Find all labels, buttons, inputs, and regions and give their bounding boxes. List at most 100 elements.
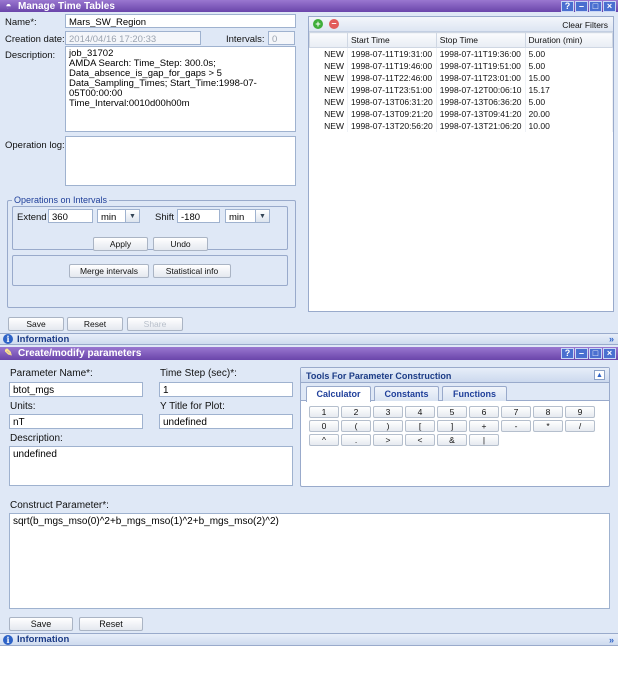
calc-key[interactable]: 9 [565,406,595,418]
minimize-icon[interactable]: – [575,348,588,359]
table-row[interactable]: NEW 1998-07-11T19:31:00 1998-07-11T19:36:0… [309,47,614,60]
calc-key[interactable]: > [373,434,403,446]
row-status: NEW [309,84,348,96]
table-row[interactable]: NEW 1998-07-11T22:46:00 1998-07-11T23:01:0… [309,72,614,84]
timetable-share-button[interactable]: Share [127,317,183,331]
merge-intervals-button[interactable]: Merge intervals [69,264,149,278]
extend-input[interactable]: 360 [48,209,93,223]
maximize-icon[interactable]: □ [589,1,602,12]
calc-key[interactable]: 5 [437,406,467,418]
tab-calculator[interactable]: Calculator [306,386,371,402]
calc-key[interactable]: < [405,434,435,446]
name-label: Name*: [5,17,37,28]
timetables-titlebar[interactable]: ◓ Manage Time Tables ? – □ × [0,0,618,12]
undo-button[interactable]: Undo [153,237,208,251]
stop-time-cell: 1998-07-13T21:06:20 [436,120,526,132]
statistical-info-button[interactable]: Statistical info [153,264,231,278]
calc-key[interactable]: - [501,420,531,432]
calc-key[interactable]: 0 [309,420,339,432]
time-step-label: Time Step (sec)*: [160,368,237,379]
timetables-title: Manage Time Tables [18,0,115,12]
duration-cell: 15.17 [525,84,614,96]
clear-filters-button[interactable]: Clear Filters [562,20,608,30]
calc-key[interactable]: 6 [469,406,499,418]
tab-constants[interactable]: Constants [374,386,439,401]
timetable-name-input[interactable]: Mars_SW_Region [65,14,296,28]
chevron-down-icon[interactable]: ▼ [255,210,269,222]
description-line: Data_Sampling_Times; Start_Time:1998-07-… [69,78,257,99]
shift-input[interactable]: -180 [177,209,220,223]
column-header-duration[interactable]: Duration (min) [524,32,614,48]
parameters-information-bar[interactable]: i Information » [0,633,618,646]
add-row-icon[interactable]: + [313,19,323,29]
extend-unit-select[interactable]: min ▼ [97,209,140,223]
calc-key[interactable]: | [469,434,499,446]
start-time-cell: 1998-07-11T22:46:00 [347,72,437,84]
table-row[interactable]: NEW 1998-07-11T19:46:00 1998-07-11T19:51:0… [309,60,614,72]
minimize-icon[interactable]: – [575,1,588,12]
parameters-titlebar[interactable]: ✎ Create/modify parameters ? – □ × [0,347,618,360]
apply-button[interactable]: Apply [93,237,148,251]
expand-icon[interactable]: » [609,635,614,645]
table-row[interactable]: NEW 1998-07-13T20:56:20 1998-07-13T21:06:2… [309,120,614,132]
table-row[interactable]: NEW 1998-07-13T06:31:20 1998-07-13T06:36:2… [309,96,614,108]
calc-key[interactable]: 2 [341,406,371,418]
operation-log-textarea[interactable] [65,136,296,186]
timetable-reset-button[interactable]: Reset [67,317,123,331]
close-icon[interactable]: × [603,348,616,359]
construct-parameter-textarea[interactable]: sqrt(b_mgs_mso(0)^2+b_mgs_mso(1)^2+b_mgs… [9,513,610,609]
row-status: NEW [309,96,348,108]
stop-time-cell: 1998-07-11T19:51:00 [436,60,526,72]
help-icon[interactable]: ? [561,1,574,12]
row-status: NEW [309,60,348,72]
calc-key[interactable]: + [469,420,499,432]
tab-functions[interactable]: Functions [442,386,507,401]
calc-key[interactable]: 1 [309,406,339,418]
calc-key[interactable]: ^ [309,434,339,446]
remove-row-icon[interactable]: – [329,19,339,29]
calc-key[interactable]: [ [405,420,435,432]
help-icon[interactable]: ? [561,348,574,359]
maximize-icon[interactable]: □ [589,348,602,359]
calc-key[interactable]: . [341,434,371,446]
timetable-description-textarea[interactable]: job_31702 AMDA Search: Time_Step: 300.0s… [65,46,296,132]
chevron-down-icon[interactable]: ▼ [125,210,139,222]
row-status: NEW [309,47,348,60]
timetables-information-bar[interactable]: i Information » [0,333,618,345]
time-step-input[interactable]: 1 [159,382,293,397]
parameter-save-button[interactable]: Save [9,617,73,631]
expand-icon[interactable]: » [609,334,614,344]
calc-key[interactable]: ( [341,420,371,432]
shift-unit-select[interactable]: min ▼ [225,209,270,223]
calc-key[interactable]: 8 [533,406,563,418]
column-header[interactable] [309,32,348,48]
parameter-name-input[interactable]: btot_mgs [9,382,143,397]
calc-key[interactable]: 7 [501,406,531,418]
table-row[interactable]: NEW 1998-07-13T09:21:20 1998-07-13T09:41:2… [309,108,614,120]
duration-cell: 10.00 [525,120,614,132]
timetable-save-button[interactable]: Save [8,317,64,331]
column-header-start-time[interactable]: Start Time [347,32,437,48]
calc-key[interactable]: ] [437,420,467,432]
shift-unit-value: min [229,212,245,223]
calc-key[interactable]: ) [373,420,403,432]
stop-time-cell: 1998-07-12T00:06:10 [436,84,526,96]
column-header-stop-time[interactable]: Stop Time [435,32,526,48]
calc-key[interactable]: 4 [405,406,435,418]
y-title-input[interactable]: undefined [159,414,293,429]
duration-cell: 20.00 [525,108,614,120]
units-input[interactable]: nT [9,414,143,429]
calc-key[interactable]: / [565,420,595,432]
description-line: Time_Interval:0010d00h00m [69,98,190,109]
calc-key[interactable]: * [533,420,563,432]
param-description-textarea[interactable]: undefined [9,446,293,486]
close-icon[interactable]: × [603,1,616,12]
calc-key[interactable]: 3 [373,406,403,418]
table-row[interactable]: NEW 1998-07-11T23:51:00 1998-07-12T00:06:1… [309,84,614,96]
parameter-reset-button[interactable]: Reset [79,617,143,631]
start-time-cell: 1998-07-11T19:31:00 [347,47,437,60]
collapse-icon[interactable]: ▲ [594,370,605,380]
calc-key[interactable]: & [437,434,467,446]
tools-tabs: Calculator Constants Functions [301,383,609,402]
information-title: Information [17,333,70,345]
